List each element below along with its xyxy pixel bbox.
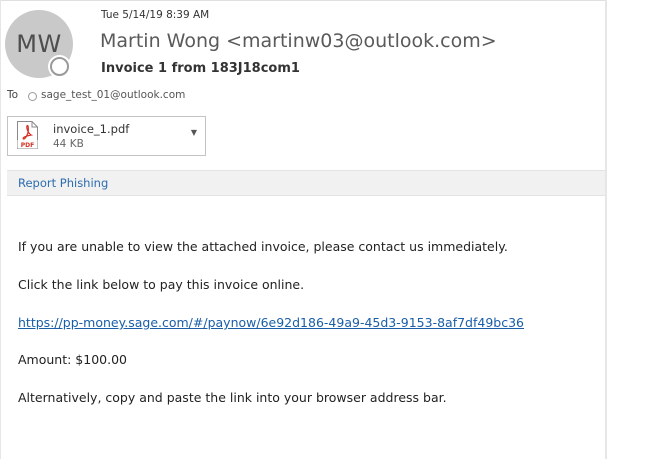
attachment-card[interactable]: PDF invoice_1.pdf 44 KB ▼ bbox=[7, 116, 206, 156]
presence-status-icon bbox=[50, 57, 69, 76]
left-divider bbox=[0, 0, 1, 459]
body-line-click-link: Click the link below to pay this invoice… bbox=[18, 277, 305, 292]
email-reading-pane: MW Tue 5/14/19 8:39 AM Martin Wong <mart… bbox=[0, 0, 670, 459]
payment-link[interactable]: https://pp-money.sage.com/#/paynow/6e92d… bbox=[18, 315, 524, 330]
recipient-address[interactable]: sage_test_01@outlook.com bbox=[41, 89, 185, 101]
body-line-unable-to-view: If you are unable to view the attached i… bbox=[18, 239, 508, 254]
message-info-bar: Report Phishing bbox=[7, 170, 605, 196]
body-paragraph-link: https://pp-money.sage.com/#/paynow/6e92d… bbox=[18, 315, 524, 330]
sender-name[interactable]: Martin Wong <martinw03@outlook.com> bbox=[100, 30, 497, 52]
pdf-icon-label: PDF bbox=[21, 142, 34, 149]
report-phishing-link[interactable]: Report Phishing bbox=[18, 176, 108, 190]
avatar-initials: MW bbox=[16, 30, 62, 58]
chevron-down-icon[interactable]: ▼ bbox=[189, 128, 199, 138]
recipient-presence-icon bbox=[28, 92, 37, 101]
top-divider bbox=[0, 0, 607, 1]
body-line-alternatively: Alternatively, copy and paste the link i… bbox=[18, 390, 447, 405]
message-date: Tue 5/14/19 8:39 AM bbox=[101, 9, 210, 21]
right-divider bbox=[605, 0, 607, 459]
attachment-name: invoice_1.pdf bbox=[53, 122, 130, 136]
body-line-amount: Amount: $100.00 bbox=[18, 352, 127, 367]
message-subject: Invoice 1 from 183J18com1 bbox=[101, 61, 300, 76]
attachment-size: 44 KB bbox=[53, 138, 84, 150]
to-label: To bbox=[7, 89, 19, 101]
pdf-file-icon: PDF bbox=[17, 121, 38, 149]
